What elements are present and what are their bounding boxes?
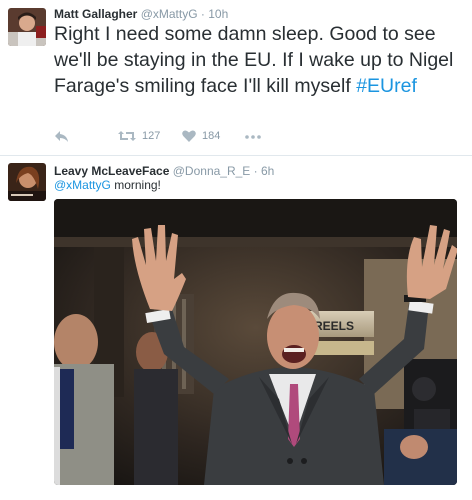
retweet-icon — [118, 131, 136, 141]
more-button[interactable] — [245, 135, 261, 139]
retweet-count: 127 — [142, 130, 161, 142]
avatar[interactable] — [8, 163, 46, 201]
author-name[interactable]: Leavy McLeaveFace — [54, 164, 169, 178]
photo-image: REELS — [54, 199, 457, 485]
timestamp[interactable]: 10h — [208, 7, 228, 21]
tweet-photo[interactable]: REELS — [54, 199, 457, 485]
heart-icon — [182, 130, 196, 142]
hashtag-link[interactable]: #EUref — [356, 75, 417, 97]
tweet-item[interactable]: Matt Gallagher @xMattyG · 10h Right I ne… — [0, 0, 472, 156]
like-button[interactable]: 184 — [182, 130, 220, 142]
like-count: 184 — [202, 130, 221, 142]
separator: · — [200, 7, 205, 21]
author-handle[interactable]: @Donna_R_E — [173, 164, 251, 178]
tweet-actions: 127 184 — [54, 130, 314, 148]
tweet-body: morning! — [110, 178, 161, 192]
user-avatar-icon — [8, 163, 46, 201]
timestamp[interactable]: 6h — [261, 164, 274, 178]
tweet-text: Right I need some damn sleep. Good to se… — [54, 21, 464, 99]
photo-sign-text: REELS — [314, 319, 354, 333]
mention-link[interactable]: @xMattyG — [54, 178, 111, 192]
avatar[interactable] — [8, 8, 46, 46]
tweet-header: Leavy McLeaveFace @Donna_R_E · 6h — [54, 164, 274, 178]
tweet-header: Matt Gallagher @xMattyG · 10h — [54, 7, 228, 21]
author-handle[interactable]: @xMattyG — [141, 7, 198, 21]
author-name[interactable]: Matt Gallagher — [54, 7, 137, 21]
separator: · — [253, 164, 258, 178]
reply-icon — [55, 131, 68, 142]
tweet-text: @xMattyG morning! — [54, 178, 161, 192]
tweet-item[interactable]: Leavy McLeaveFace @Donna_R_E · 6h @xMatt… — [0, 157, 472, 500]
user-avatar-icon — [8, 8, 46, 46]
more-dots-icon — [245, 135, 261, 139]
retweet-button[interactable]: 127 — [118, 130, 160, 142]
reply-button[interactable] — [54, 130, 69, 143]
